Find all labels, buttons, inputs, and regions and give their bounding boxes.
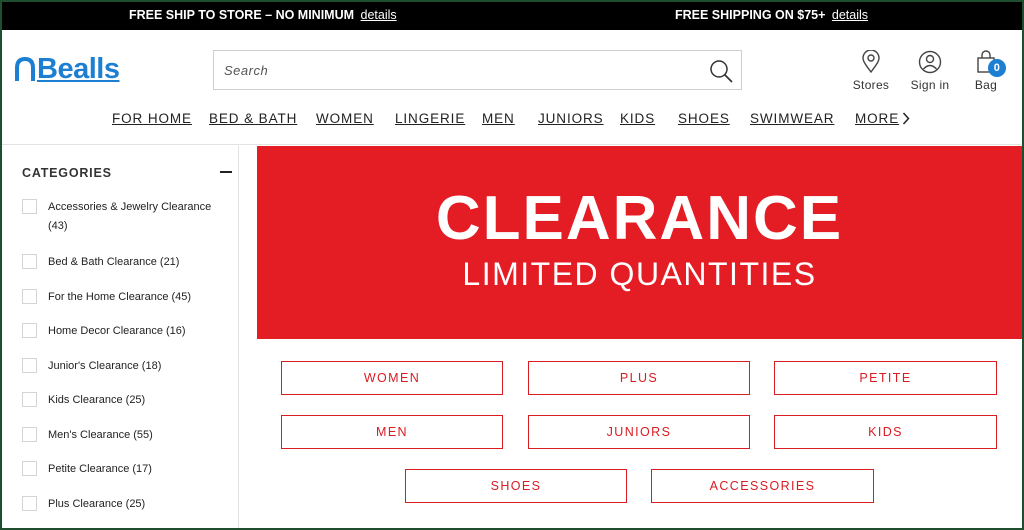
banner-title: CLEARANCE xyxy=(435,184,844,253)
checkbox[interactable] xyxy=(22,427,37,442)
nav-item-more[interactable]: MORE xyxy=(855,111,910,126)
banner-subtitle: LIMITED QUANTITIES xyxy=(462,256,817,292)
shop-plus-button[interactable]: PLUS xyxy=(528,361,750,395)
category-filter-label: Home Decor Clearance (16) xyxy=(48,325,186,337)
shop-juniors-button[interactable]: JUNIORS xyxy=(528,415,750,449)
nav-item-kids[interactable]: KIDS xyxy=(620,111,655,126)
category-filter-label: Accessories & Jewelry Clearance (43) xyxy=(48,201,212,232)
checkbox[interactable] xyxy=(22,199,37,214)
checkbox[interactable] xyxy=(22,289,37,304)
chevron-right-icon xyxy=(903,112,910,125)
shop-men-button[interactable]: MEN xyxy=(281,415,503,449)
search-input[interactable] xyxy=(214,51,694,89)
nav-divider xyxy=(0,144,1024,145)
category-filter-label: Bed & Bath Clearance (21) xyxy=(48,256,180,268)
category-filter-bed-bath[interactable]: Bed & Bath Clearance (21) xyxy=(22,254,232,272)
promo-free-shipping-text: FREE SHIPPING ON $75+ xyxy=(675,8,826,22)
user-icon xyxy=(918,50,942,74)
promo-ship-to-store-details-link[interactable]: details xyxy=(361,8,397,22)
nav-item-for-home[interactable]: FOR HOME xyxy=(112,111,192,126)
nav-item-bed-bath[interactable]: BED & BATH xyxy=(209,111,297,126)
category-filter-plus[interactable]: Plus Clearance (25) xyxy=(22,496,232,514)
collapse-minus-icon[interactable] xyxy=(220,171,232,173)
map-pin-icon xyxy=(862,50,880,74)
checkbox[interactable] xyxy=(22,496,37,511)
category-filter-label: Men's Clearance (55) xyxy=(48,429,153,441)
shop-women-button[interactable]: WOMEN xyxy=(281,361,503,395)
nav-item-lingerie[interactable]: LINGERIE xyxy=(395,111,465,126)
stores-label: Stores xyxy=(852,78,890,92)
main-nav: FOR HOME BED & BATH WOMEN LINGERIE MEN J… xyxy=(0,111,1024,127)
promo-free-shipping-details-link[interactable]: details xyxy=(832,8,868,22)
checkbox[interactable] xyxy=(22,254,37,269)
category-filter-petite[interactable]: Petite Clearance (17) xyxy=(22,461,232,479)
bealls-logo[interactable]: Bealls xyxy=(14,52,120,86)
category-filter-juniors[interactable]: Junior's Clearance (18) xyxy=(22,358,232,376)
shop-accessories-button[interactable]: ACCESSORIES xyxy=(651,469,874,503)
category-filter-label: For the Home Clearance (45) xyxy=(48,291,192,303)
checkbox[interactable] xyxy=(22,461,37,476)
promo-bar: FREE SHIP TO STORE – NO MINIMUM details … xyxy=(0,0,1024,30)
sign-in-button[interactable]: Sign in xyxy=(906,50,954,92)
checkbox[interactable] xyxy=(22,323,37,338)
shop-shoes-button[interactable]: SHOES xyxy=(405,469,627,503)
search-icon[interactable] xyxy=(709,59,733,83)
bag-label: Bag xyxy=(974,78,998,92)
promo-ship-to-store: FREE SHIP TO STORE – NO MINIMUM details xyxy=(129,8,397,22)
nav-item-swimwear[interactable]: SWIMWEAR xyxy=(750,111,834,126)
nav-item-juniors[interactable]: JUNIORS xyxy=(538,111,604,126)
category-filter-label: Petite Clearance (17) xyxy=(48,463,152,475)
promo-ship-to-store-text: FREE SHIP TO STORE – NO MINIMUM xyxy=(129,8,355,22)
nav-more-label: MORE xyxy=(855,111,900,126)
category-filter-home-decor[interactable]: Home Decor Clearance (16) xyxy=(22,323,232,341)
shop-kids-button[interactable]: KIDS xyxy=(774,415,997,449)
category-filter-mens[interactable]: Men's Clearance (55) xyxy=(22,427,232,445)
logo-arch-icon xyxy=(15,56,35,81)
checkbox[interactable] xyxy=(22,392,37,407)
category-filter-label: Junior's Clearance (18) xyxy=(48,360,162,372)
search-box xyxy=(213,50,742,90)
category-filter-for-the-home[interactable]: For the Home Clearance (45) xyxy=(22,289,232,307)
category-filter-label: Plus Clearance (25) xyxy=(48,498,146,510)
bag-button[interactable]: 0 Bag xyxy=(968,50,1006,92)
logo-text: Bealls xyxy=(37,52,120,85)
bag-count-badge: 0 xyxy=(988,59,1006,77)
category-filter-accessories-jewelry[interactable]: Accessories & Jewelry Clearance (43) xyxy=(22,199,232,236)
category-filter-sidebar: CATEGORIES Accessories & Jewelry Clearan… xyxy=(2,146,239,530)
nav-item-shoes[interactable]: SHOES xyxy=(678,111,730,126)
stores-button[interactable]: Stores xyxy=(850,50,892,92)
category-filter-kids[interactable]: Kids Clearance (25) xyxy=(22,392,232,410)
promo-free-shipping: FREE SHIPPING ON $75+ details xyxy=(675,8,868,22)
checkbox[interactable] xyxy=(22,358,37,373)
nav-item-women[interactable]: WOMEN xyxy=(316,111,374,126)
nav-item-men[interactable]: MEN xyxy=(482,111,515,126)
clearance-banner: CLEARANCE LIMITED QUANTITIES xyxy=(257,146,1022,339)
shop-petite-button[interactable]: PETITE xyxy=(774,361,997,395)
category-filter-label: Kids Clearance (25) xyxy=(48,394,146,406)
categories-heading: CATEGORIES xyxy=(22,166,112,180)
sign-in-label: Sign in xyxy=(910,78,950,92)
